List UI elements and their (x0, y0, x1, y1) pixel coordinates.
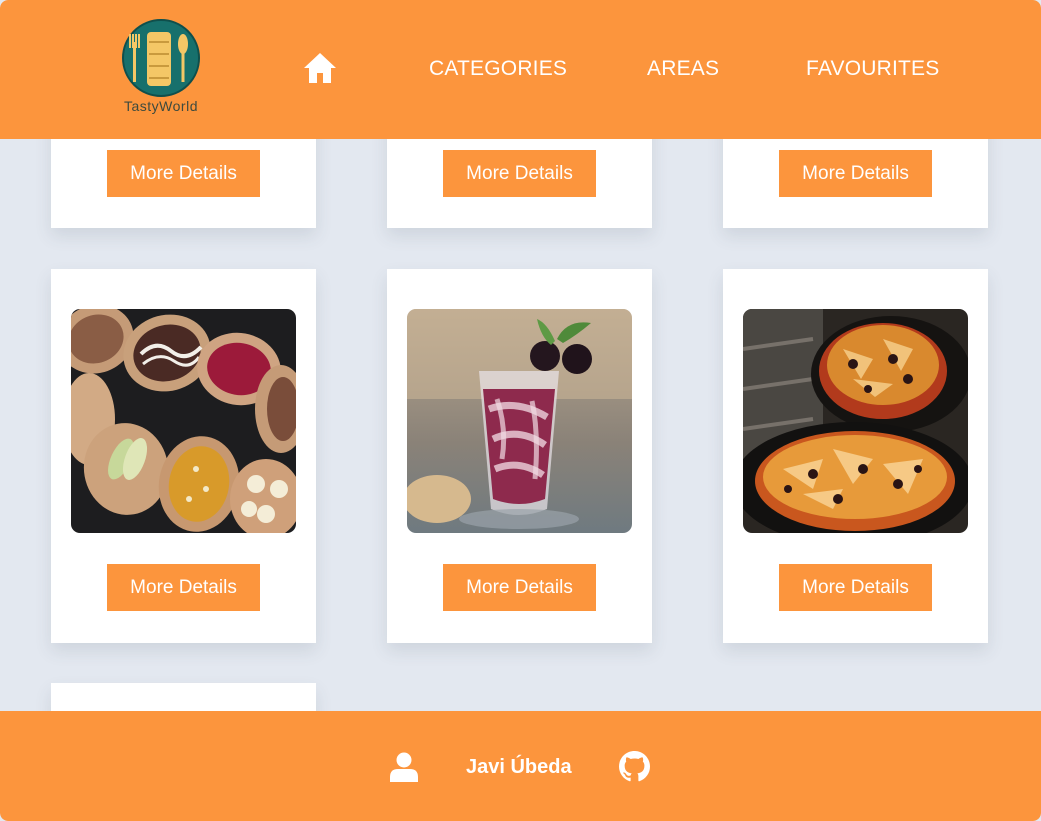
github-link[interactable] (619, 751, 650, 782)
top-navbar: TastyWorld CATEGORIES AREAS FAVOURITES (0, 0, 1041, 139)
app: More Details More Details More Details M… (0, 0, 1041, 821)
more-details-button[interactable]: More Details (107, 150, 260, 197)
more-details-button[interactable]: More Details (443, 150, 596, 197)
author-name: Javi Úbeda (466, 756, 572, 778)
nav-favourites[interactable]: FAVOURITES (806, 57, 939, 81)
more-details-button[interactable]: More Details (107, 564, 260, 611)
user-icon (390, 752, 418, 782)
recipe-card: More Details (51, 269, 316, 643)
recipe-card: More Details (387, 269, 652, 643)
home-icon (304, 53, 336, 83)
recipe-image[interactable] (743, 309, 968, 533)
nav-areas[interactable]: AREAS (647, 57, 719, 81)
home-link[interactable] (302, 51, 338, 85)
github-icon (619, 751, 650, 782)
recipe-image[interactable] (407, 309, 632, 533)
logo[interactable]: TastyWorld (111, 14, 211, 124)
more-details-button[interactable]: More Details (779, 564, 932, 611)
more-details-button[interactable]: More Details (779, 150, 932, 197)
more-details-button[interactable]: More Details (443, 564, 596, 611)
recipe-image[interactable] (71, 309, 296, 533)
recipe-card: More Details (723, 269, 988, 643)
nav-categories[interactable]: CATEGORIES (429, 57, 567, 81)
logo-text: TastyWorld (124, 98, 198, 114)
